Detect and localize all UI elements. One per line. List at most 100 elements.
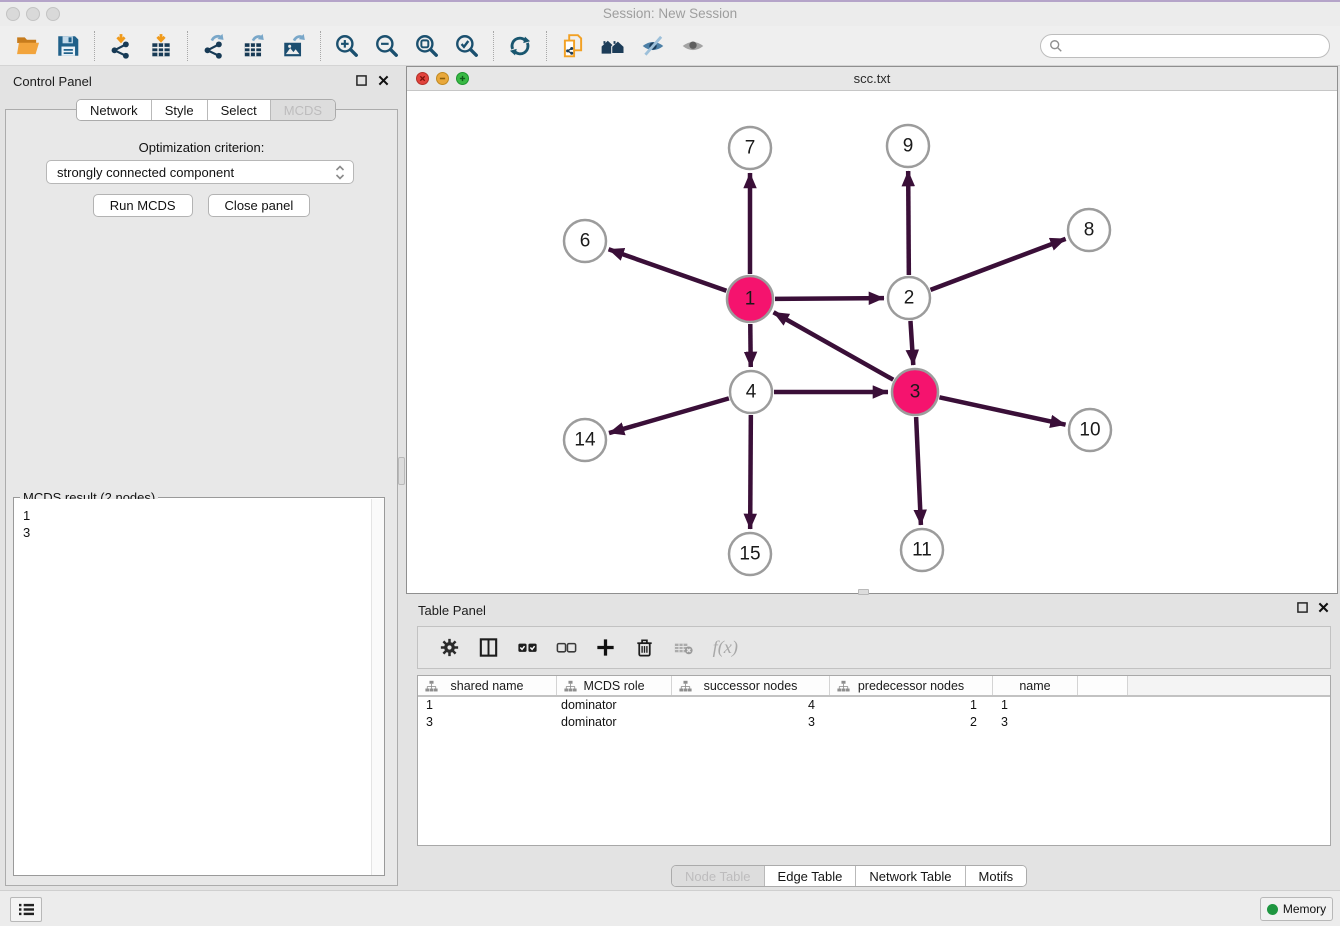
cell-successor-nodes[interactable]: 4 bbox=[672, 697, 830, 714]
close-panel-action-button[interactable]: Close panel bbox=[208, 194, 311, 217]
zoom-out-button[interactable] bbox=[367, 30, 407, 62]
run-mcds-button[interactable]: Run MCDS bbox=[93, 194, 193, 217]
mcds-result-text[interactable]: 1 3 bbox=[14, 499, 370, 875]
graph-edge-3-1[interactable] bbox=[774, 312, 894, 379]
cell-successor-nodes[interactable]: 3 bbox=[672, 714, 830, 731]
hide-unhide-button[interactable] bbox=[633, 30, 673, 62]
result-scrollbar[interactable] bbox=[371, 499, 384, 875]
graph-node-6[interactable]: 6 bbox=[564, 220, 606, 262]
column-header-successor-nodes[interactable]: successor nodes bbox=[672, 676, 830, 695]
import-network-button[interactable] bbox=[101, 30, 141, 62]
tab-motifs[interactable]: Motifs bbox=[966, 866, 1027, 886]
delete-table-button bbox=[668, 633, 698, 663]
deselect-all-columns-button[interactable] bbox=[551, 633, 581, 663]
zoom-selected-button[interactable] bbox=[447, 30, 487, 62]
graph-edge-1-2[interactable] bbox=[775, 298, 884, 299]
float-panel-button[interactable] bbox=[354, 73, 369, 88]
export-table-button[interactable] bbox=[234, 30, 274, 62]
refresh-view-button[interactable] bbox=[500, 30, 540, 62]
cell-name[interactable]: 1 bbox=[993, 697, 1078, 714]
memory-button[interactable]: Memory bbox=[1260, 897, 1333, 921]
table-settings-button[interactable] bbox=[434, 633, 464, 663]
export-network-button[interactable] bbox=[194, 30, 234, 62]
tab-select[interactable]: Select bbox=[208, 100, 271, 120]
close-panel-button[interactable] bbox=[376, 73, 391, 88]
cell-predecessor-nodes[interactable]: 1 bbox=[830, 697, 993, 714]
share-nodes-export-icon bbox=[201, 33, 227, 59]
zoom-fit-button[interactable] bbox=[407, 30, 447, 62]
table-float-button[interactable] bbox=[1295, 600, 1310, 615]
column-header-mcds-role[interactable]: MCDS role bbox=[557, 676, 672, 695]
create-column-button[interactable] bbox=[590, 633, 620, 663]
cell-predecessor-nodes[interactable]: 2 bbox=[830, 714, 993, 731]
optimization-criterion-select[interactable]: strongly connected component bbox=[46, 160, 354, 184]
graph-node-10[interactable]: 10 bbox=[1069, 409, 1111, 451]
cell-shared-name[interactable]: 1 bbox=[418, 697, 557, 714]
column-header-predecessor-nodes[interactable]: predecessor nodes bbox=[830, 676, 993, 695]
graph-node-14[interactable]: 14 bbox=[564, 419, 606, 461]
graph-node-3[interactable]: 3 bbox=[892, 369, 938, 415]
tab-network-table[interactable]: Network Table bbox=[856, 866, 965, 886]
select-all-columns-button[interactable] bbox=[512, 633, 542, 663]
cell-shared-name[interactable]: 3 bbox=[418, 714, 557, 731]
graph-node-label: 10 bbox=[1079, 420, 1100, 441]
graph-edge-2-9[interactable] bbox=[908, 171, 909, 275]
table-row[interactable]: 3 dominator 3 2 3 bbox=[418, 714, 1330, 731]
network-window-titlebar[interactable]: scc.txt bbox=[407, 67, 1337, 91]
plus-icon bbox=[594, 636, 617, 659]
zoom-in-button[interactable] bbox=[327, 30, 367, 62]
table-tabs: Node Table Edge Table Network Table Moti… bbox=[671, 865, 1027, 887]
export-image-button[interactable] bbox=[274, 30, 314, 62]
graph-node-4[interactable]: 4 bbox=[730, 371, 772, 413]
tab-network[interactable]: Network bbox=[77, 100, 152, 120]
graph-edge-3-11[interactable] bbox=[916, 417, 921, 525]
clone-network-button[interactable] bbox=[553, 30, 593, 62]
graph-node-15[interactable]: 15 bbox=[729, 533, 771, 575]
tab-node-table[interactable]: Node Table bbox=[672, 866, 765, 886]
cell-mcds-role[interactable]: dominator bbox=[557, 697, 672, 714]
table-close-button[interactable] bbox=[1316, 600, 1331, 615]
horizontal-splitter-handle[interactable] bbox=[858, 589, 869, 595]
select-all-checkboxes-icon bbox=[516, 636, 539, 659]
vertical-splitter-handle[interactable] bbox=[398, 457, 405, 485]
tab-mcds[interactable]: MCDS bbox=[271, 100, 335, 120]
import-table-button[interactable] bbox=[141, 30, 181, 62]
graph-node-2[interactable]: 2 bbox=[888, 277, 930, 319]
graph-edge-1-6[interactable] bbox=[609, 249, 727, 290]
search-input[interactable] bbox=[1063, 38, 1321, 53]
task-history-button[interactable] bbox=[10, 897, 42, 922]
graph-node-8[interactable]: 8 bbox=[1068, 209, 1110, 251]
save-session-button[interactable] bbox=[48, 30, 88, 62]
network-canvas[interactable]: 1 2 3 4 6 7 8 9 10 11 14 15 bbox=[407, 91, 1337, 593]
reset-views-button[interactable] bbox=[593, 30, 633, 62]
show-columns-button[interactable] bbox=[473, 633, 503, 663]
optimization-criterion-label: Optimization criterion: bbox=[6, 140, 397, 155]
graph-edge-2-8[interactable] bbox=[931, 239, 1066, 290]
cell-name[interactable]: 3 bbox=[993, 714, 1078, 731]
tab-style[interactable]: Style bbox=[152, 100, 208, 120]
graph-node-9[interactable]: 9 bbox=[887, 125, 929, 167]
app-title: Session: New Session bbox=[0, 6, 1340, 21]
table-row[interactable]: 1 dominator 4 1 1 bbox=[418, 697, 1330, 714]
show-all-button[interactable] bbox=[673, 30, 713, 62]
graph-node-label: 7 bbox=[745, 138, 756, 159]
hierarchy-icon bbox=[679, 680, 692, 693]
column-header-shared-name[interactable]: shared name bbox=[418, 676, 557, 695]
status-bar: Memory bbox=[0, 890, 1340, 926]
tab-edge-table[interactable]: Edge Table bbox=[765, 866, 857, 886]
graph-node-1[interactable]: 1 bbox=[727, 276, 773, 322]
graph-edge-3-10[interactable] bbox=[939, 397, 1065, 424]
graph-node-label: 1 bbox=[745, 289, 756, 310]
graph-edge-4-15[interactable] bbox=[750, 415, 751, 529]
column-header-name[interactable]: name bbox=[993, 676, 1078, 695]
open-session-button[interactable] bbox=[8, 30, 48, 62]
graph-node-label: 2 bbox=[904, 288, 915, 309]
graph-edge-4-14[interactable] bbox=[609, 398, 729, 433]
graph-edge-2-3[interactable] bbox=[910, 321, 913, 365]
graph-node-11[interactable]: 11 bbox=[901, 529, 943, 571]
column-table-icon bbox=[477, 636, 500, 659]
delete-column-button[interactable] bbox=[629, 633, 659, 663]
function-fx-icon: f(x) bbox=[711, 636, 745, 659]
cell-mcds-role[interactable]: dominator bbox=[557, 714, 672, 731]
graph-node-7[interactable]: 7 bbox=[729, 127, 771, 169]
